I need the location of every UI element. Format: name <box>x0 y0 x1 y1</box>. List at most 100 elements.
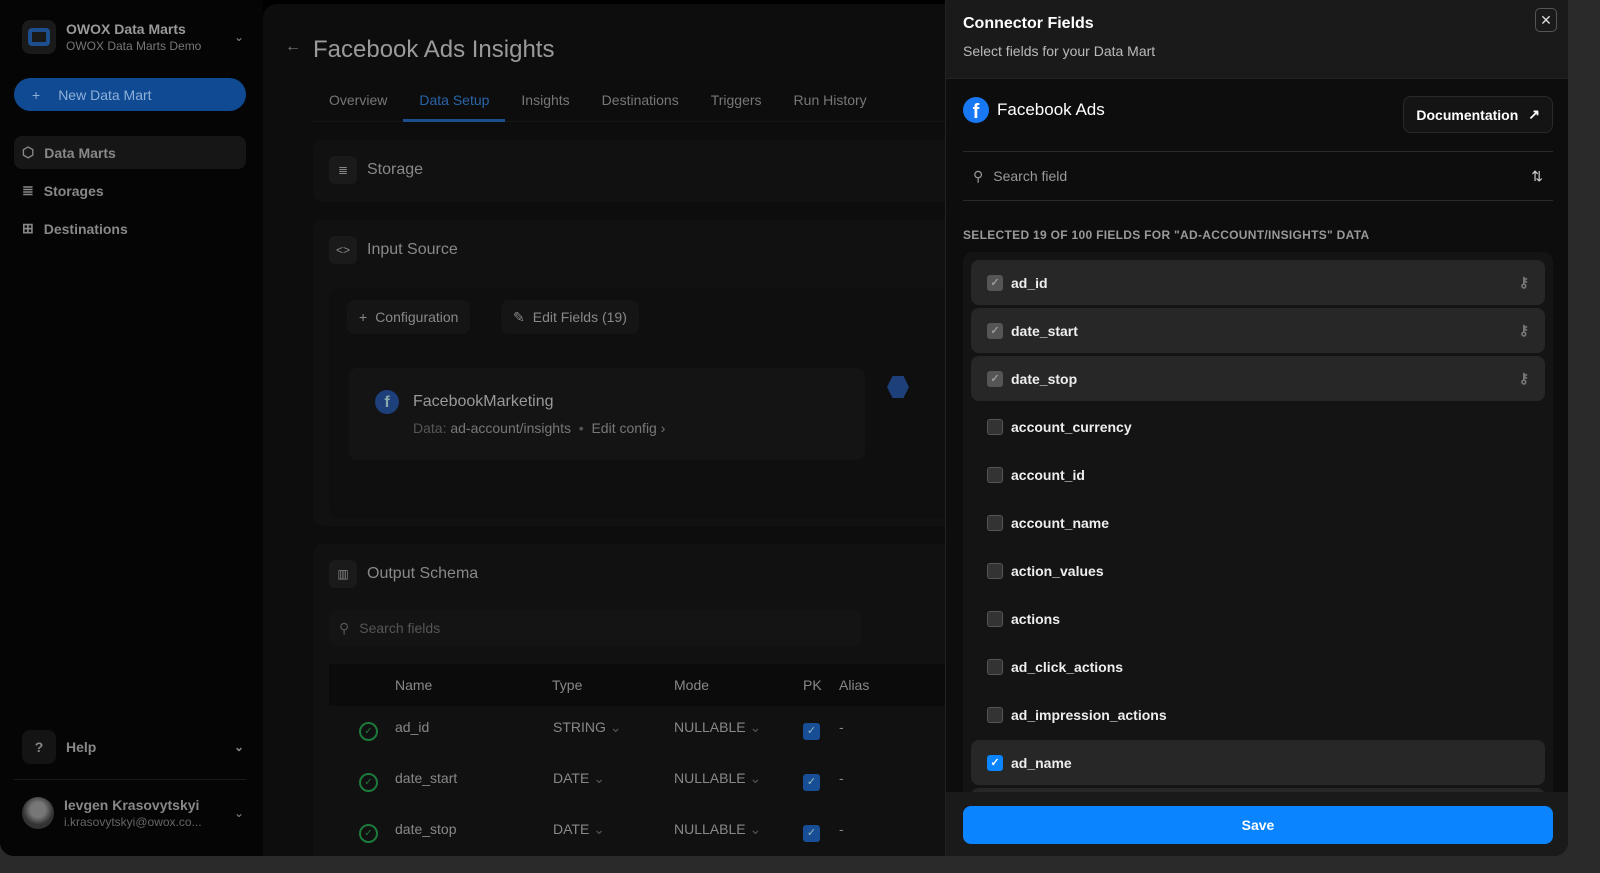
tab-overview[interactable]: Overview <box>313 86 403 122</box>
save-button[interactable]: Save <box>963 806 1553 844</box>
data-value: ad-account/insights <box>450 420 571 436</box>
field-item[interactable]: actions <box>971 596 1545 641</box>
configuration-label: Configuration <box>375 309 459 325</box>
mode-select[interactable]: NULLABLE ⌄ <box>674 719 761 736</box>
field-checkbox[interactable] <box>987 562 1003 579</box>
sidebar-item-destinations[interactable]: ⊞ Destinations <box>14 212 246 245</box>
pencil-icon: ✎ <box>513 308 525 325</box>
field-checkbox[interactable] <box>987 706 1003 723</box>
pk-checkbox[interactable]: ✓ <box>803 825 820 842</box>
new-data-mart-label: New Data Mart <box>58 86 152 103</box>
chevron-down-icon: ⌄ <box>593 770 605 786</box>
field-checkbox[interactable] <box>987 658 1003 675</box>
sidebar-item-storages[interactable]: ≣ Storages <box>14 174 246 207</box>
bigquery-icon <box>887 376 909 398</box>
field-item[interactable]: action_values <box>971 548 1545 593</box>
field-item[interactable]: ad_click_actions <box>971 644 1545 689</box>
workspace-title: OWOX Data Marts <box>66 21 186 37</box>
field-checkbox[interactable]: ✓ <box>987 322 1003 339</box>
drawer-title: Connector Fields <box>963 15 1094 32</box>
field-label: account_name <box>1011 514 1110 531</box>
field-label: action_values <box>1011 562 1104 579</box>
new-data-mart-button[interactable]: + New Data Mart <box>14 78 246 111</box>
field-item[interactable]: ✓ ad_name <box>971 740 1545 785</box>
sort-icon[interactable]: ⇅ <box>1531 168 1543 185</box>
documentation-button[interactable]: Documentation ↗ <box>1403 96 1553 133</box>
edit-config-link[interactable]: Edit config <box>591 420 656 436</box>
close-button[interactable]: ✕ <box>1535 8 1557 32</box>
plus-icon: + <box>32 86 41 103</box>
mode-value: NULLABLE <box>674 821 746 837</box>
type-select[interactable]: DATE ⌄ <box>553 770 605 787</box>
tab-run-history[interactable]: Run History <box>778 86 883 122</box>
output-schema-heading: Output Schema <box>367 565 479 582</box>
user-menu[interactable]: Ievgen Krasovytskyi i.krasovytskyi@owox.c… <box>22 797 244 829</box>
back-arrow-icon[interactable]: ← <box>285 38 301 56</box>
chevron-down-icon: ⌄ <box>609 719 622 735</box>
mode-value: NULLABLE <box>674 770 746 786</box>
chevron-down-icon: ⌄ <box>233 806 244 820</box>
data-label: Data: <box>413 420 447 436</box>
page-title: Facebook Ads Insights <box>313 36 555 63</box>
field-checkbox[interactable]: ✓ <box>987 370 1003 387</box>
field-item[interactable]: account_id <box>971 452 1545 497</box>
field-list: ✓ ad_id ⚷ ✓ date_start ⚷ ✓ date_stop ⚷ account_cu… <box>963 252 1553 792</box>
field-name: date_stop <box>395 821 457 837</box>
table-row: ✓ date_stop DATE ⌄ NULLABLE ⌄ ✓ - <box>329 808 963 856</box>
configuration-button[interactable]: + Configuration <box>347 300 471 334</box>
chevron-down-icon: ⌄ <box>749 821 762 837</box>
edit-fields-label: Edit Fields (19) <box>532 309 627 325</box>
workspace-subtitle: OWOX Data Marts Demo <box>66 39 202 53</box>
search-field-input[interactable]: ⚲ Search field ⇅ <box>963 151 1553 201</box>
field-checkbox[interactable] <box>987 514 1003 531</box>
field-checkbox[interactable] <box>987 418 1003 435</box>
type-select[interactable]: DATE ⌄ <box>553 821 605 838</box>
field-checkbox[interactable]: ✓ <box>987 274 1003 291</box>
column-alias: Alias <box>839 677 870 693</box>
sidebar-item-label: Destinations <box>43 220 128 237</box>
help-menu[interactable]: ? Help ⌄ <box>22 730 244 764</box>
field-label: ad_name <box>1011 754 1072 771</box>
check-circle-icon: ✓ <box>359 722 378 741</box>
storage-card[interactable]: ≣ Storage <box>313 140 963 202</box>
tab-triggers[interactable]: Triggers <box>695 86 778 122</box>
pk-checkbox[interactable]: ✓ <box>803 723 820 740</box>
field-item[interactable]: ✓ ad_id ⚷ <box>971 260 1545 305</box>
field-checkbox[interactable]: ✓ <box>987 754 1003 771</box>
sidebar-item-data-marts[interactable]: ⬡ Data Marts <box>14 136 246 169</box>
workspace-switcher[interactable]: OWOX Data Marts OWOX Data Marts Demo ⌄ <box>22 20 244 54</box>
field-label: ad_impression_actions <box>1011 706 1167 723</box>
mode-select[interactable]: NULLABLE ⌄ <box>674 821 761 838</box>
field-name: date_start <box>395 770 458 786</box>
field-checkbox[interactable] <box>987 466 1003 483</box>
table-header: Name Type Mode PK Alias <box>329 664 963 706</box>
type-value: STRING <box>553 719 606 735</box>
field-item[interactable]: ✓ date_stop ⚷ <box>971 356 1545 401</box>
field-checkbox[interactable] <box>987 610 1003 627</box>
selection-summary: SELECTED 19 OF 100 FIELDS FOR "AD-ACCOUN… <box>963 228 1370 242</box>
check-circle-icon: ✓ <box>359 773 378 792</box>
tab-destinations[interactable]: Destinations <box>586 86 695 122</box>
field-label: account_id <box>1011 466 1085 483</box>
tab-insights[interactable]: Insights <box>505 86 585 122</box>
database-icon: ≣ <box>22 182 34 198</box>
field-item[interactable]: ✓ date_start ⚷ <box>971 308 1545 353</box>
source-name: FacebookMarketing <box>413 393 554 410</box>
external-link-icon: ↗ <box>1528 106 1540 122</box>
search-icon: ⚲ <box>973 167 984 184</box>
type-select[interactable]: STRING ⌄ <box>553 719 622 736</box>
chevron-down-icon: ⌄ <box>233 30 244 44</box>
edit-fields-button[interactable]: ✎ Edit Fields (19) <box>501 300 639 334</box>
tab-data-setup[interactable]: Data Setup <box>403 86 506 122</box>
field-item[interactable]: ad_impression_actions <box>971 692 1545 737</box>
divider <box>14 779 246 780</box>
mode-select[interactable]: NULLABLE ⌄ <box>674 770 761 787</box>
help-chat-icon: ? <box>22 730 56 764</box>
field-item[interactable]: account_currency <box>971 404 1545 449</box>
pk-checkbox[interactable]: ✓ <box>803 774 820 791</box>
alias-value: - <box>839 719 844 735</box>
field-item[interactable]: account_name <box>971 500 1545 545</box>
input-source-card: <> Input Source + Configuration ✎ Edit Fiel… <box>313 220 963 526</box>
field-name: ad_id <box>395 719 430 735</box>
search-fields-input[interactable]: ⚲ Search fields <box>329 610 861 646</box>
